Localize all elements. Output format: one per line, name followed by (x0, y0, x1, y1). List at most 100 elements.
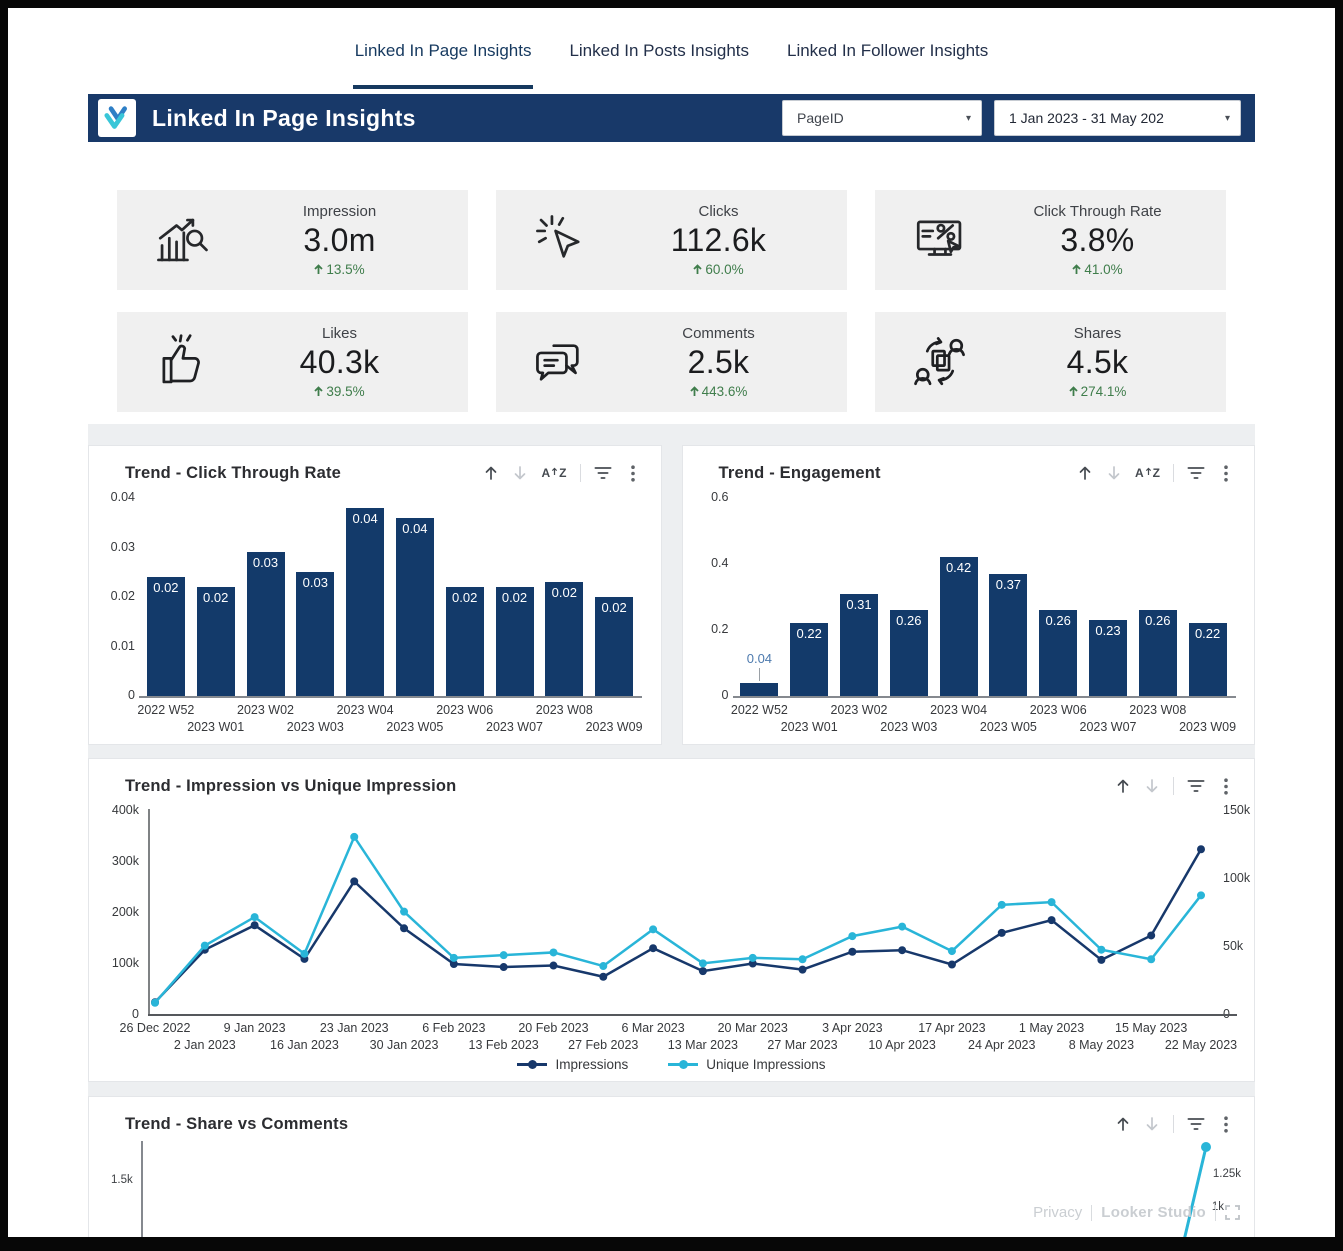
tab-linked-in-page-insights[interactable]: Linked In Page Insights (353, 8, 534, 94)
impressions-series-marker (517, 1063, 547, 1066)
chevron-down-icon: ▾ (1213, 113, 1230, 124)
sort-descending-icon[interactable] (1144, 776, 1160, 796)
kpi-card-likes: Likes40.3k39.5% (117, 312, 468, 412)
x-axis-label: 26 Dec 2022 (108, 1021, 202, 1035)
chart-toolbar (1115, 776, 1234, 796)
bar-value-label: 0.42 (940, 560, 978, 575)
toolbar-divider (1173, 464, 1174, 482)
x-axis-label: 23 Jan 2023 (307, 1021, 401, 1035)
kpi-change: 13.5% (314, 262, 364, 277)
chart-title: Trend - Share vs Comments (125, 1115, 348, 1134)
x-axis-label: 2023 W09 (1162, 720, 1254, 734)
x-axis-label: 2023 W06 (419, 703, 511, 717)
tab-linked-in-follower-insights[interactable]: Linked In Follower Insights (785, 8, 990, 94)
kpi-value: 112.6k (671, 222, 767, 259)
kpi-card-impression: Impression 3.0m 13.5% (117, 190, 468, 290)
sort-ascending-icon[interactable] (1115, 776, 1131, 796)
bar-value-label: 0.23 (1089, 623, 1127, 638)
kpi-change: 274.1% (1069, 384, 1127, 399)
chart-title: Trend - Click Through Rate (125, 464, 341, 483)
x-axis-label: 2023 W08 (518, 703, 610, 717)
x-axis-label: 2023 W02 (813, 703, 905, 717)
privacy-link[interactable]: Privacy (1033, 1204, 1082, 1221)
kpi-card-comments: Comments2.5k443.6% (496, 312, 847, 412)
sort-az-icon[interactable]: AZ (1135, 463, 1160, 483)
sort-ascending-icon[interactable] (483, 463, 499, 483)
x-axis-label: 6 Feb 2023 (407, 1021, 501, 1035)
x-axis-label: 1 May 2023 (1005, 1021, 1099, 1035)
kpi-change: 443.6% (690, 384, 748, 399)
more-vert-icon[interactable] (1218, 1114, 1234, 1134)
kpi-card-clicks: Clicks112.6k60.0% (496, 190, 847, 290)
chart-toolbar (1115, 1114, 1234, 1134)
sort-ascending-icon[interactable] (1077, 463, 1093, 483)
screenshot-frame: Linked In Page Insights Linked In Posts I… (0, 0, 1343, 1251)
legend-item-unique-impressions: Unique Impressions (668, 1057, 825, 1072)
bar-value-label: 0.26 (1039, 613, 1077, 628)
x-axis-label: 2023 W01 (763, 720, 855, 734)
sort-descending-icon[interactable] (1106, 463, 1122, 483)
sort-az-icon[interactable]: AZ (541, 463, 566, 483)
x-axis-label: 2023 W04 (319, 703, 411, 717)
sort-ascending-icon[interactable] (1115, 1114, 1131, 1134)
impression-trend-card: Trend - Impression vs Unique Impression … (88, 758, 1255, 1082)
page-title: Linked In Page Insights (152, 105, 416, 132)
x-axis-label: 3 Apr 2023 (805, 1021, 899, 1035)
header-controls: PageID ▾ 1 Jan 2023 - 31 May 202 ▾ (782, 100, 1241, 136)
arrow-up-icon (693, 264, 702, 275)
tab-linked-in-posts-insights[interactable]: Linked In Posts Insights (567, 8, 751, 94)
kpi-text-block: Click Through Rate3.8%41.0% (993, 203, 1202, 277)
pageid-filter[interactable]: PageID ▾ (782, 100, 982, 136)
bar-value-label: 0.04 (396, 521, 434, 536)
x-axis-label: 20 Feb 2023 (506, 1021, 600, 1035)
ctr-bar-chart: 00.010.020.030.040.022022 W520.022023 W0… (101, 490, 649, 738)
chart-toolbar: AZ (1077, 463, 1234, 483)
x-axis-label: 22 May 2023 (1154, 1038, 1248, 1052)
x-axis-label: 2023 W03 (269, 720, 361, 734)
chart-title: Trend - Impression vs Unique Impression (125, 777, 456, 796)
more-vert-icon[interactable] (1218, 463, 1234, 483)
looker-studio-link[interactable]: Looker Studio (1101, 1204, 1206, 1221)
toolbar-divider (1173, 777, 1174, 795)
kpi-change: 39.5% (314, 384, 364, 399)
chevron-down-icon: ▾ (954, 113, 971, 124)
more-vert-icon[interactable] (625, 463, 641, 483)
arrow-up-icon (1072, 264, 1081, 275)
divider (1091, 1205, 1092, 1221)
kpi-section: Impression3.0m13.5%Clicks112.6k60.0%Clic… (88, 142, 1255, 424)
x-axis-label: 2022 W52 (120, 703, 212, 717)
toolbar-divider (580, 464, 581, 482)
bar-2023-w03 (296, 572, 334, 696)
sort-descending-icon[interactable] (1144, 1114, 1160, 1134)
kpi-text-block: Impression 3.0m 13.5% (235, 203, 444, 277)
monitor-percent-icon (911, 211, 969, 269)
more-vert-icon[interactable] (1218, 776, 1234, 796)
bar-value-label: 0.03 (296, 575, 334, 590)
toolbar-divider (1173, 1115, 1174, 1133)
filter-icon[interactable] (1187, 776, 1205, 796)
kpi-value: 3.0m (303, 222, 375, 259)
cursor-click-icon (532, 211, 590, 269)
kpi-label: Impression (303, 203, 376, 220)
filter-icon[interactable] (594, 463, 612, 483)
fullscreen-icon[interactable] (1225, 1205, 1240, 1220)
kpi-grid: Impression3.0m13.5%Clicks112.6k60.0%Clic… (88, 190, 1255, 412)
y-axis-tick: 0.01 (101, 639, 135, 653)
y-axis-tick: 0.2 (695, 622, 729, 636)
y-axis-tick: 0 (695, 688, 729, 702)
kpi-change: 41.0% (1072, 262, 1122, 277)
x-axis-label: 2023 W07 (469, 720, 561, 734)
tab-label: Linked In Follower Insights (787, 41, 988, 61)
x-axis-label: 2023 W05 (369, 720, 461, 734)
x-axis-label: 8 May 2023 (1054, 1038, 1148, 1052)
sort-descending-icon[interactable] (512, 463, 528, 483)
kpi-text-block: Comments2.5k443.6% (614, 325, 823, 399)
x-axis-label: 2023 W07 (1062, 720, 1154, 734)
pageid-filter-label: PageID (797, 110, 844, 126)
filter-icon[interactable] (1187, 463, 1205, 483)
filter-icon[interactable] (1187, 1114, 1205, 1134)
date-range-picker[interactable]: 1 Jan 2023 - 31 May 202 ▾ (994, 100, 1241, 136)
bar-2022-w52 (740, 683, 778, 696)
kpi-label: Clicks (699, 203, 739, 220)
impression-chart-icon (153, 211, 211, 269)
